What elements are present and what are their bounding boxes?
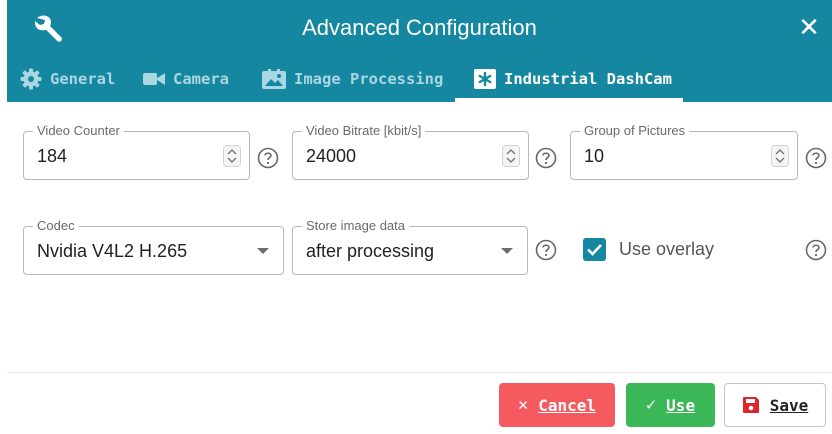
codec-select[interactable]: Codec Nvidia V4L2 H.265 (23, 218, 284, 275)
video-counter-value: 184 (37, 146, 68, 166)
chevron-down-icon[interactable] (257, 248, 269, 254)
codec-value: Nvidia V4L2 H.265 (37, 241, 188, 261)
tab-industrial-dashcam-label: Industrial DashCam (504, 70, 672, 88)
group-of-pictures-field[interactable]: Group of Pictures 10 (570, 123, 798, 180)
group-of-pictures-label: Group of Pictures (580, 123, 690, 139)
floppy-disk-icon (742, 397, 759, 413)
help-icon[interactable] (257, 147, 279, 169)
use-overlay-checkbox[interactable] (583, 238, 606, 261)
video-bitrate-label: Video Bitrate [kbit/s] (302, 123, 426, 139)
tab-image-processing-label: Image Processing (294, 70, 444, 88)
store-image-data-label: Store image data (302, 218, 410, 234)
use-overlay-label[interactable]: Use overlay (619, 239, 714, 260)
tab-industrial-dashcam[interactable]: Industrial DashCam (474, 67, 672, 91)
dialog-titlebar: Advanced Configuration ✕ (7, 0, 832, 54)
close-icon[interactable]: ✕ (796, 14, 822, 40)
video-camera-icon (143, 73, 165, 85)
advanced-configuration-dialog: Advanced Configuration ✕ General Camera … (0, 0, 832, 434)
dialog-title: Advanced Configuration (302, 15, 537, 40)
cancel-button[interactable]: ✕ Cancel (499, 383, 615, 427)
video-bitrate-field[interactable]: Video Bitrate [kbit/s] 24000 (292, 123, 529, 180)
save-button[interactable]: Save (724, 383, 826, 427)
group-of-pictures-value: 10 (584, 146, 605, 166)
store-image-data-value: after processing (306, 241, 435, 261)
cancel-button-label: Cancel (538, 395, 597, 415)
use-button[interactable]: ✓ Use (626, 383, 715, 427)
tab-bar: General Camera Image Processing Industri… (7, 54, 832, 102)
help-icon[interactable] (805, 147, 827, 169)
image-icon (262, 69, 286, 89)
spinner-icon[interactable] (771, 145, 789, 167)
spinner-icon[interactable] (223, 145, 241, 167)
chevron-down-icon[interactable] (501, 248, 513, 254)
asterisk-box-icon (474, 69, 496, 89)
video-bitrate-value: 24000 (306, 146, 357, 166)
tab-camera-label: Camera (173, 70, 229, 88)
close-icon: ✕ (517, 395, 529, 415)
checkmark-icon: ✓ (645, 395, 657, 415)
store-image-data-select[interactable]: Store image data after processing (292, 218, 528, 275)
active-tab-indicator (455, 98, 683, 102)
codec-label: Codec (33, 218, 79, 234)
help-icon[interactable] (535, 147, 557, 169)
help-icon[interactable] (535, 239, 557, 261)
help-icon[interactable] (805, 239, 827, 261)
save-button-label: Save (769, 395, 809, 415)
tab-image-processing[interactable]: Image Processing (262, 67, 443, 91)
spinner-icon[interactable] (502, 145, 520, 167)
video-counter-field[interactable]: Video Counter 184 (23, 123, 250, 180)
tab-camera[interactable]: Camera (143, 67, 229, 91)
tab-general[interactable]: General (20, 67, 115, 91)
use-button-label: Use (666, 395, 696, 415)
footer-divider (7, 372, 832, 373)
video-counter-label: Video Counter (33, 123, 124, 139)
tab-general-label: General (50, 70, 116, 88)
gear-icon (20, 68, 42, 90)
